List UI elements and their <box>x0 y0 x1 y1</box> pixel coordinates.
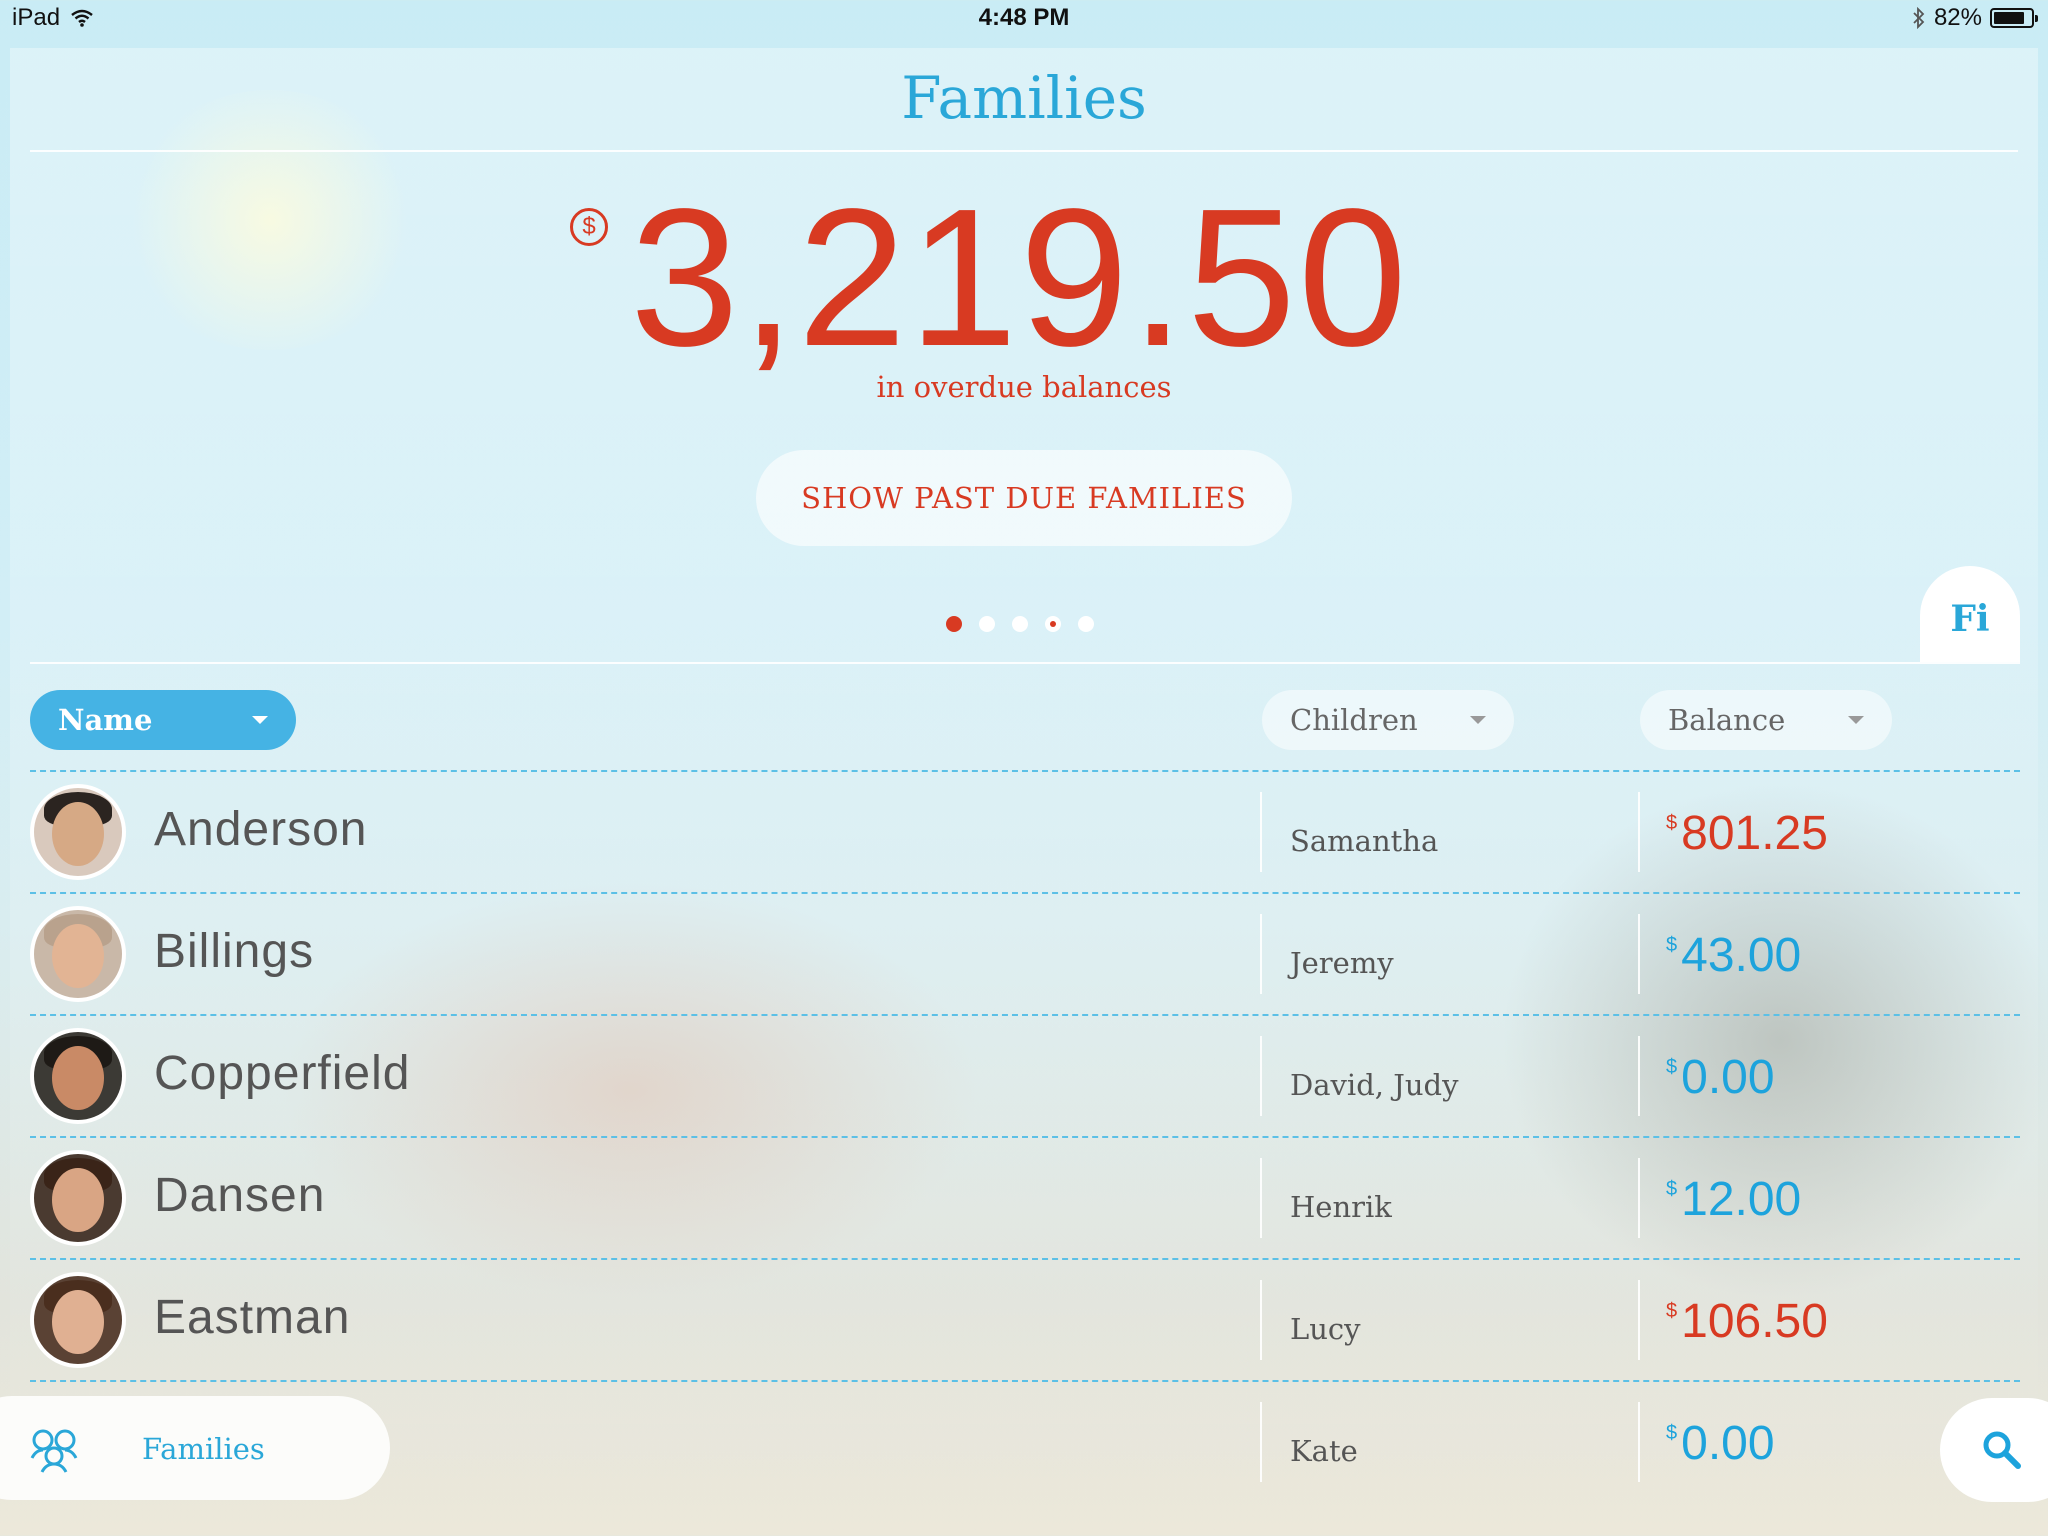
balance-amount: $106.50 <box>1666 1294 1828 1349</box>
bluetooth-icon <box>1913 7 1925 29</box>
show-past-due-button[interactable]: SHOW PAST DUE FAMILIES <box>756 450 1292 546</box>
total-caption: in overdue balances <box>876 370 1172 404</box>
table-row[interactable]: Billings Jeremy $43.00 <box>30 892 2020 1014</box>
battery-percent: 82% <box>1933 4 1982 31</box>
page-dot[interactable] <box>1078 616 1094 632</box>
sort-name-label: Name <box>58 703 153 737</box>
status-bar: iPad 4:48 PM 82% <box>0 0 2048 40</box>
sort-balance-label: Balance <box>1668 703 1786 737</box>
column-divider <box>1260 1036 1262 1116</box>
currency-symbol: $ <box>1666 1422 1678 1444</box>
table-row[interactable]: Dansen Henrik $12.00 <box>30 1136 2020 1258</box>
page-indicator[interactable] <box>946 616 1094 632</box>
page-title: Families <box>901 64 1147 132</box>
avatar <box>30 1028 126 1124</box>
balance-value: 0.00 <box>1681 1417 1775 1470</box>
total-amount: 3,219.50 <box>630 168 1409 387</box>
table-row[interactable]: Anderson Samantha $801.25 <box>30 770 2020 892</box>
children-names: Kate <box>1290 1434 1358 1468</box>
table-row[interactable]: Copperfield David, Judy $0.00 <box>30 1014 2020 1136</box>
family-name: Dansen <box>154 1169 326 1222</box>
balance-value: 0.00 <box>1681 1051 1775 1104</box>
avatar <box>30 1150 126 1246</box>
sort-name-button[interactable]: Name <box>30 690 296 750</box>
overdue-total: $ 3,219.50 <box>0 168 2048 390</box>
balance-amount: $43.00 <box>1666 928 1801 983</box>
page-dot[interactable] <box>1045 616 1061 632</box>
section-divider <box>30 662 2020 664</box>
chevron-down-icon <box>252 716 268 724</box>
families-nav-label[interactable]: Families <box>142 1432 265 1466</box>
balance-value: 801.25 <box>1681 807 1828 860</box>
family-name: Anderson <box>154 803 368 856</box>
battery-level <box>1994 12 2024 24</box>
column-divider <box>1260 1158 1262 1238</box>
children-names: Henrik <box>1290 1190 1392 1224</box>
chevron-down-icon <box>1470 716 1486 724</box>
currency-symbol: $ <box>1666 1300 1678 1322</box>
column-divider <box>1638 1402 1640 1482</box>
balance-value: 106.50 <box>1681 1295 1828 1348</box>
page-dot[interactable] <box>1012 616 1028 632</box>
battery-icon <box>1990 8 2038 28</box>
family-name: Eastman <box>154 1291 351 1344</box>
column-divider <box>1260 1280 1262 1360</box>
children-names: Samantha <box>1290 824 1439 858</box>
column-divider <box>1260 914 1262 994</box>
avatar <box>30 906 126 1002</box>
page-dot[interactable] <box>979 616 995 632</box>
search-icon[interactable] <box>1980 1428 2024 1472</box>
family-name: Copperfield <box>154 1047 411 1100</box>
currency-symbol: $ <box>1666 934 1678 956</box>
family-name: Billings <box>154 925 315 978</box>
children-names: David, Judy <box>1290 1068 1459 1102</box>
column-divider <box>1638 1036 1640 1116</box>
sort-balance-button[interactable]: Balance <box>1640 690 1892 750</box>
currency-symbol: $ <box>1666 1178 1678 1200</box>
balance-amount: $0.00 <box>1666 1050 1775 1105</box>
title-divider <box>30 150 2018 152</box>
table-row[interactable]: Eastman Lucy $106.50 <box>30 1258 2020 1380</box>
column-divider <box>1260 792 1262 872</box>
avatar <box>30 784 126 880</box>
dollar-circle-icon: $ <box>570 208 608 246</box>
status-time: 4:48 PM <box>978 4 1070 31</box>
column-divider <box>1638 792 1640 872</box>
column-divider <box>1638 1158 1640 1238</box>
chevron-down-icon <box>1848 716 1864 724</box>
side-tab[interactable]: Fi <box>1920 566 2020 662</box>
avatar <box>30 1272 126 1368</box>
balance-amount: $12.00 <box>1666 1172 1801 1227</box>
children-names: Lucy <box>1290 1312 1361 1346</box>
page-dot[interactable] <box>946 616 962 632</box>
column-divider <box>1638 914 1640 994</box>
sort-children-label: Children <box>1290 703 1418 737</box>
column-divider <box>1638 1280 1640 1360</box>
balance-value: 12.00 <box>1681 1173 1802 1226</box>
children-names: Jeremy <box>1290 946 1394 980</box>
currency-symbol: $ <box>1666 812 1678 834</box>
balance-value: 43.00 <box>1681 929 1802 982</box>
column-divider <box>1260 1402 1262 1482</box>
sort-children-button[interactable]: Children <box>1262 690 1514 750</box>
families-icon[interactable] <box>28 1426 80 1474</box>
balance-amount: $801.25 <box>1666 806 1828 861</box>
currency-symbol: $ <box>1666 1056 1678 1078</box>
balance-amount: $0.00 <box>1666 1416 1775 1471</box>
